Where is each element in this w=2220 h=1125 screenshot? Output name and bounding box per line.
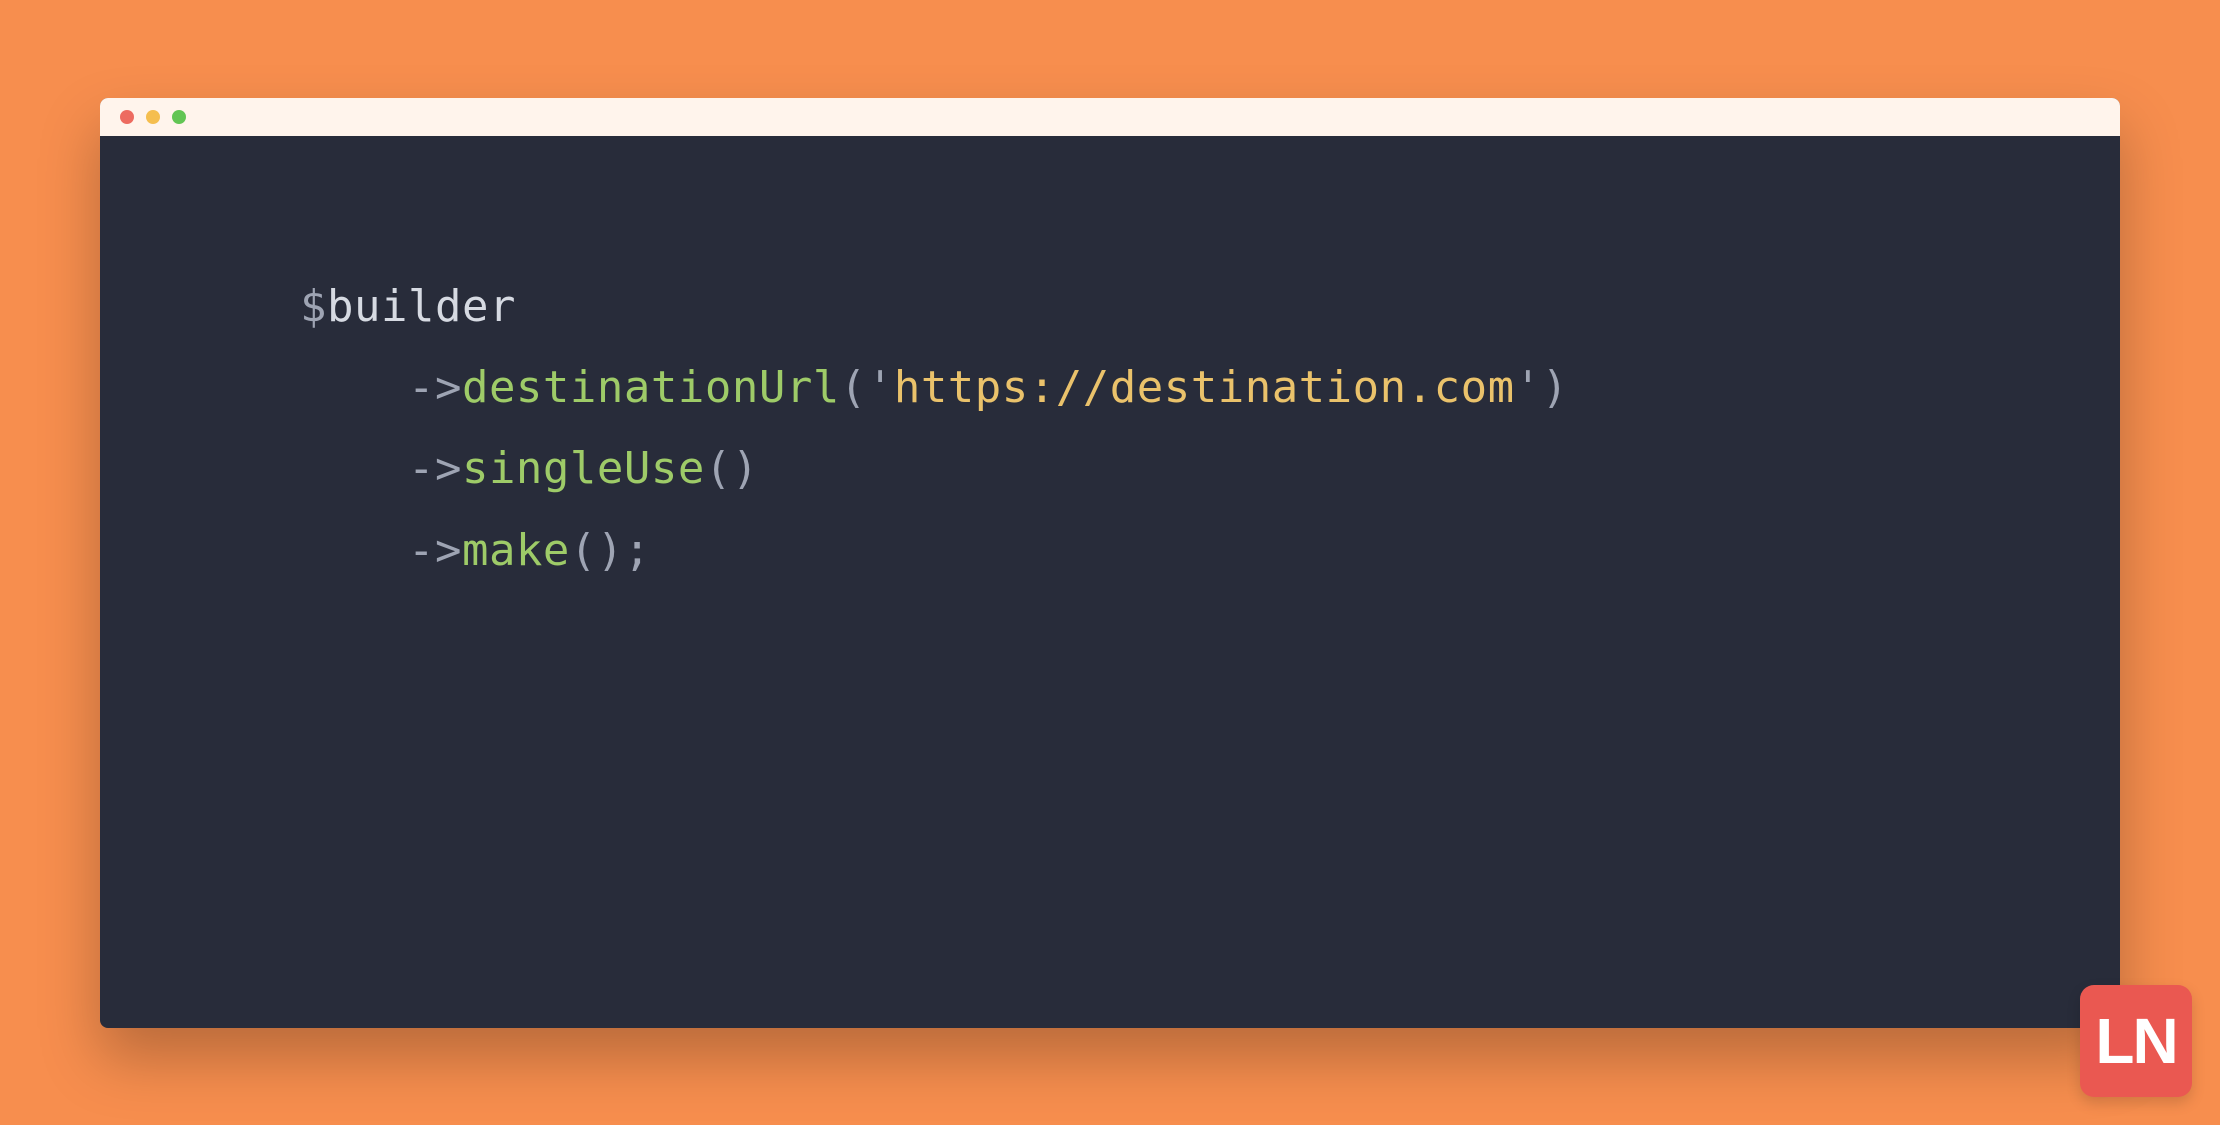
method-singleuse: singleUse [462, 443, 705, 494]
string-literal: https://destination.com [894, 362, 1515, 413]
arrow-operator: -> [408, 443, 462, 494]
minimize-icon[interactable] [146, 110, 160, 124]
logo-text: LN [2095, 1004, 2176, 1078]
arrow-operator: -> [408, 525, 462, 576]
maximize-icon[interactable] [172, 110, 186, 124]
variable-name: builder [327, 281, 516, 332]
arrow-operator: -> [408, 362, 462, 413]
window-titlebar [100, 98, 2120, 136]
close-icon[interactable] [120, 110, 134, 124]
dollar-sign: $ [300, 281, 327, 332]
method-make: make [462, 525, 570, 576]
code-line-4: ->make(); [300, 510, 2030, 591]
code-window: $builder ->destinationUrl('https://desti… [100, 98, 2120, 1028]
code-line-2: ->destinationUrl('https://destination.co… [300, 347, 2030, 428]
code-line-1: $builder [300, 266, 2030, 347]
code-editor: $builder ->destinationUrl('https://desti… [100, 136, 2120, 1028]
logo-badge: LN [2080, 985, 2192, 1097]
method-destinationurl: destinationUrl [462, 362, 840, 413]
code-line-3: ->singleUse() [300, 428, 2030, 509]
